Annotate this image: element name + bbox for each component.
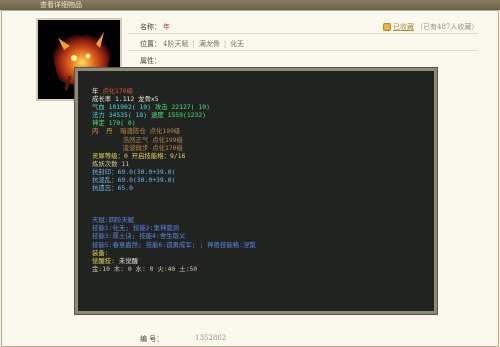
resist-line: 抗混乱：69.0(30.0+39.0) xyxy=(92,176,176,185)
skill-line: 技能3:厚土诀; 技能4:舍生取义 xyxy=(92,232,186,241)
attributes-label: 属性： xyxy=(140,57,161,65)
location-tag[interactable]: 化无 xyxy=(230,40,244,48)
favorite-count: （已有487人收藏） xyxy=(416,23,479,31)
hp-stat: 气血 101902( 10) xyxy=(92,103,151,112)
location-list: 4阶天赋 | 满龙骨 | 化无 xyxy=(163,40,245,48)
pet-level: 点化170级 xyxy=(102,87,133,95)
elements-line: 金:10 木: 0 水: 0 火:40 土:50 xyxy=(92,264,198,273)
window-titlebar: 查看详细物品 xyxy=(0,0,500,10)
atk-stat: 攻击 22127( 10) xyxy=(154,103,210,112)
skill-line: 技能5:春意盎然; 技能6:孤勇成军; ; 神兽技能格:涅槃 xyxy=(92,240,256,249)
inner-skill: 凌波微步 点化170级 xyxy=(122,143,183,152)
refine-line: 炼妖次数 11 xyxy=(92,159,130,168)
attributes-panel: 年 点化170级 成长率 1.112 龙骨x5 气血 101902( 10) 攻… xyxy=(74,67,438,315)
resist-line: 抗遗忘：65.0 xyxy=(92,184,133,193)
resist-line: 抗封印：69.0(30.0+39.0) xyxy=(92,167,176,176)
serial-number: 1352862 xyxy=(195,334,227,342)
name-label: 名称： xyxy=(140,23,161,31)
location-tag[interactable]: 4阶天赋 xyxy=(163,40,188,48)
serial-label: 编 号： xyxy=(140,335,164,343)
inner-skill: 暗渡陈仓 点化199级 xyxy=(120,127,181,136)
divider xyxy=(128,50,478,51)
location-tag[interactable]: 满龙骨 xyxy=(199,40,220,48)
item-name: 年 xyxy=(163,23,170,31)
spd-stat: 速度 1559(1232) xyxy=(150,111,207,120)
location-label: 位置： xyxy=(140,40,161,48)
favorite-link[interactable]: 已收藏 xyxy=(393,22,414,32)
growth-line: 成长率 1.112 龙骨x5 xyxy=(92,95,159,104)
inner-skill: 浩然正气 点化199级 xyxy=(122,135,183,144)
window-title: 查看详细物品 xyxy=(40,1,82,9)
awaken-value: 未觉醒 xyxy=(118,256,139,265)
favorite-area: 已收藏 （已有487人收藏） xyxy=(383,22,478,32)
awaken-label: 觉醒技: xyxy=(92,256,116,265)
equip-line: 装备: xyxy=(92,248,109,257)
divider xyxy=(128,33,478,34)
spirit-line: 灵犀等级：0 开启技能格：9/16 xyxy=(92,151,186,160)
pet-name: 年 xyxy=(92,87,99,95)
inner-title: 内 丹 xyxy=(92,127,113,136)
favorite-icon[interactable] xyxy=(383,23,391,31)
